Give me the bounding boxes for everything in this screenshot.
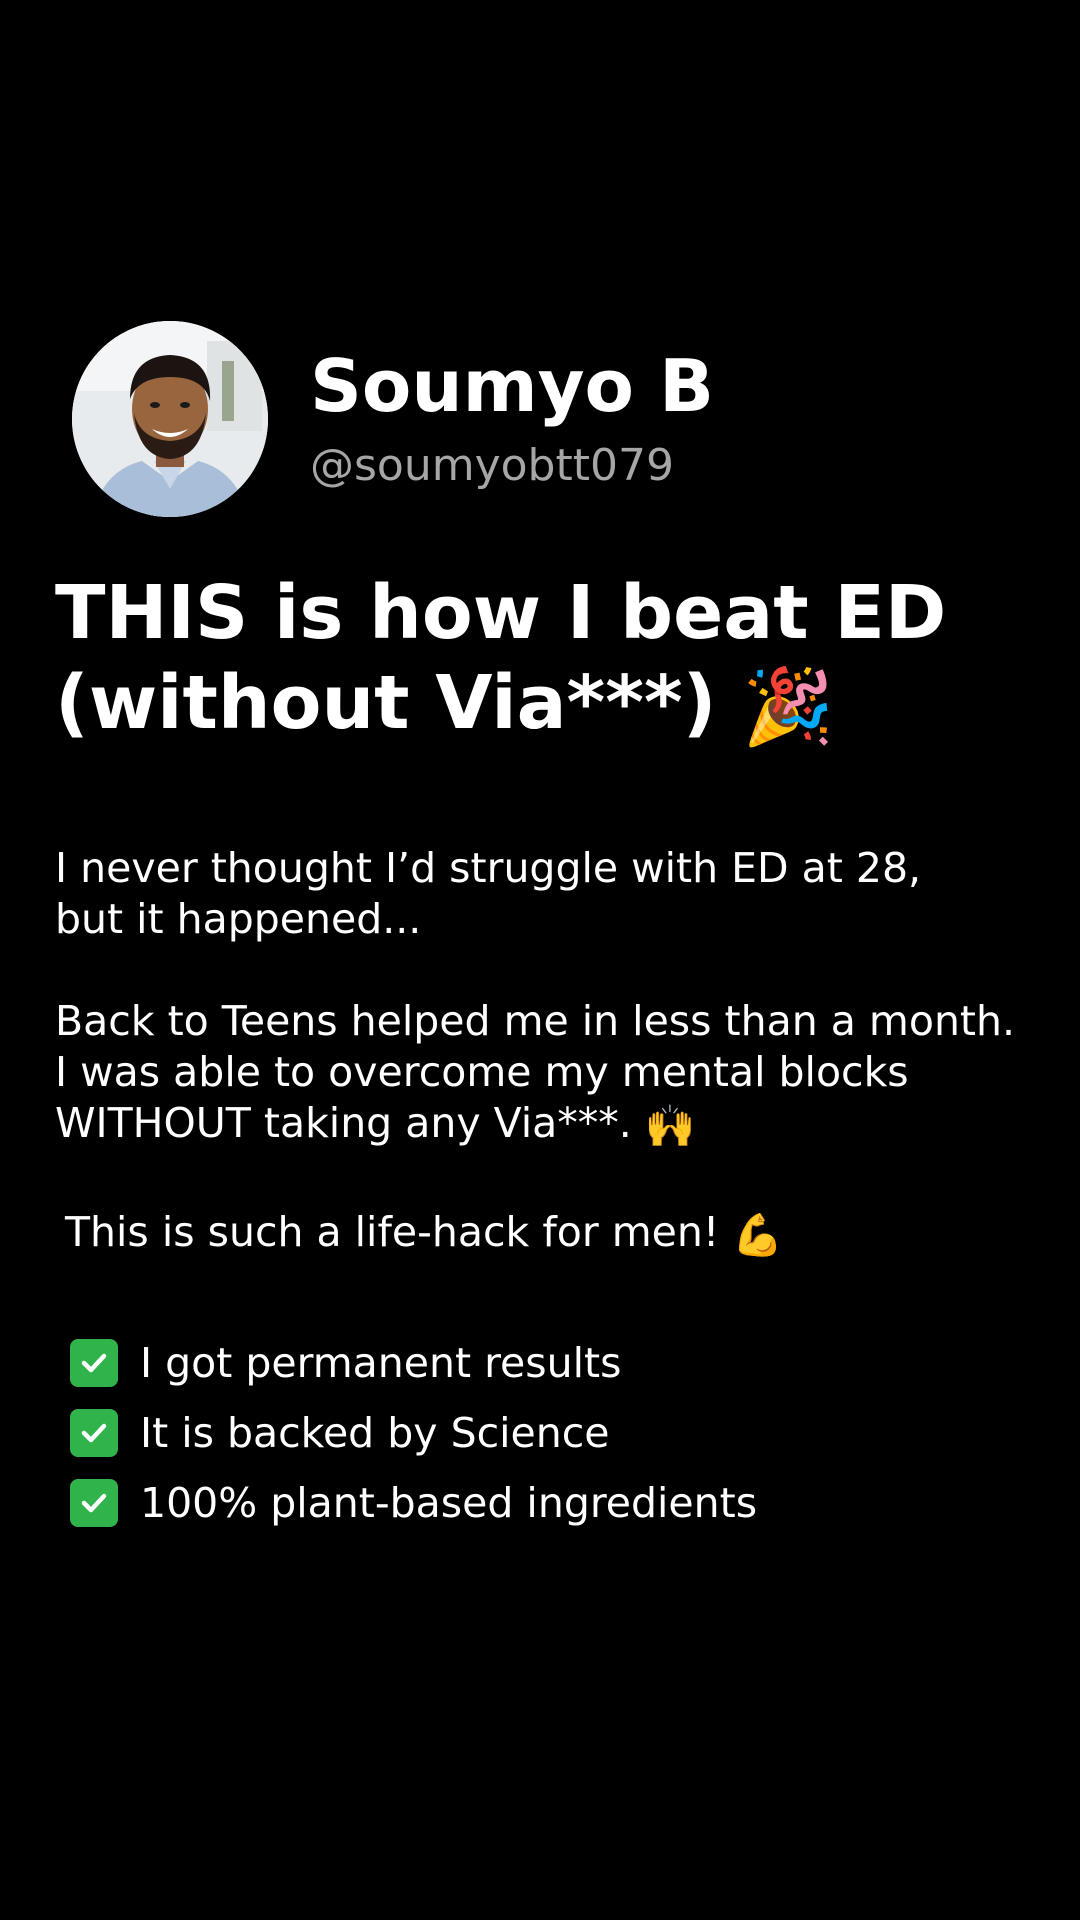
checklist-item-text: 100% plant-based ingredients — [140, 1479, 758, 1527]
headline-line-1: THIS is how I beat ED — [55, 570, 947, 656]
paragraph-1-line-2: but it happened... — [55, 895, 422, 943]
headline: THIS is how I beat ED (without Via***) 🎉 — [55, 568, 1035, 748]
headline-line-2-text: (without Via***) — [55, 660, 717, 746]
person-photo-icon — [72, 321, 268, 517]
checklist-item-text: I got permanent results — [140, 1339, 622, 1387]
benefits-checklist: I got permanent results It is backed by … — [70, 1328, 757, 1538]
avatar[interactable] — [72, 321, 268, 517]
paragraph-3-line: This is such a life-hack for men! 💪 — [65, 1207, 1045, 1258]
display-name[interactable]: Soumyo B — [310, 350, 714, 422]
checklist-item: 100% plant-based ingredients — [70, 1468, 757, 1538]
paragraph-2-line-3-text: WITHOUT taking any Via***. — [55, 1099, 632, 1147]
post-body: I never thought I’d struggle with ED at … — [55, 843, 1045, 1258]
paragraph-1-line-1: I never thought I’d struggle with ED at … — [55, 844, 922, 892]
paragraph-2: Back to Teens helped me in less than a m… — [55, 996, 1045, 1149]
paragraph-2-line-2: I was able to overcome my mental blocks — [55, 1048, 909, 1096]
identity: Soumyo B @soumyobtt079 — [310, 350, 714, 488]
headline-line-2: (without Via***) 🎉 — [55, 658, 1035, 748]
check-mark-icon — [70, 1479, 118, 1527]
user-handle[interactable]: @soumyobtt079 — [310, 444, 714, 488]
paragraph-1: I never thought I’d struggle with ED at … — [55, 843, 1045, 945]
paragraph-3: This is such a life-hack for men! 💪 — [55, 1207, 1045, 1258]
checklist-item-text: It is backed by Science — [140, 1409, 610, 1457]
check-mark-icon — [70, 1409, 118, 1457]
checklist-item: I got permanent results — [70, 1328, 757, 1398]
profile-header: Soumyo B @soumyobtt079 — [72, 321, 714, 517]
checklist-item: It is backed by Science — [70, 1398, 757, 1468]
raising-hands-icon: 🙌 — [644, 1101, 696, 1150]
paragraph-2-line-1: Back to Teens helped me in less than a m… — [55, 997, 1016, 1045]
paragraph-2-line-3: WITHOUT taking any Via***. 🙌 — [55, 1098, 1045, 1149]
flexed-biceps-icon: 💪 — [732, 1210, 784, 1259]
paragraph-3-text: This is such a life-hack for men! — [65, 1208, 720, 1256]
check-mark-icon — [70, 1339, 118, 1387]
party-popper-icon: 🎉 — [742, 664, 835, 751]
